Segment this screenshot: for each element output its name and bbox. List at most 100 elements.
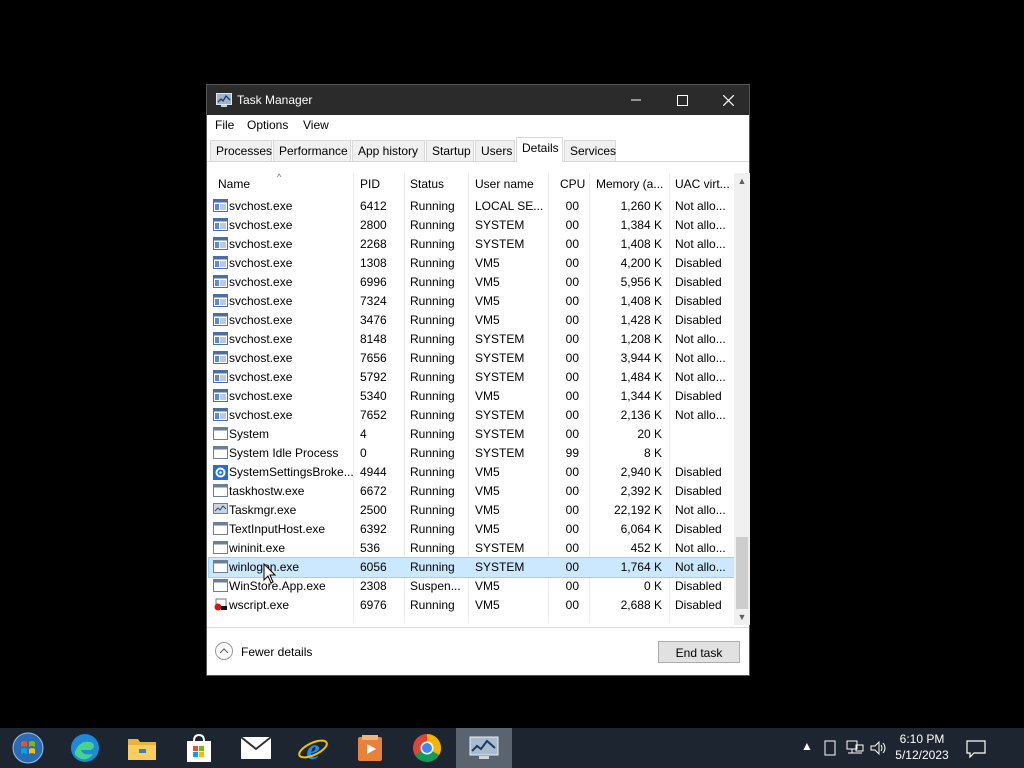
process-cpu: 00 [565,598,579,612]
taskbar-chrome[interactable] [399,728,455,768]
tab-app-history[interactable]: App history [352,140,425,161]
column-header-pid[interactable]: PID [360,177,400,191]
process-row[interactable]: svchost.exe 1308 Running VM5 00 4,200 K Disabl… [209,254,734,273]
title-bar[interactable]: Task Manager [207,85,749,115]
tab-startup[interactable]: Startup [426,140,474,161]
process-row[interactable]: WinStore.App.exe 2308 Suspen... VM5 00 0 K Dis… [209,577,734,596]
process-row[interactable]: svchost.exe 7652 Running SYSTEM 00 2,136 K Not… [209,406,734,425]
process-row[interactable]: winlogon.exe 6056 Running SYSTEM 00 1,764 K No… [208,557,735,578]
taskbar-file-explorer[interactable] [114,728,170,768]
process-row[interactable]: taskhostw.exe 6672 Running VM5 00 2,392 K Disa… [209,482,734,501]
taskbar-clock[interactable]: 6:10 PM 5/12/2023 [888,731,956,763]
process-user: VM5 [475,465,500,479]
process-status: Running [410,560,455,574]
process-row[interactable]: TextInputHost.exe 6392 Running VM5 00 6,064 K… [209,520,734,539]
scrollbar-thumb[interactable] [736,537,748,609]
close-button[interactable] [705,85,751,115]
process-row[interactable]: svchost.exe 7656 Running SYSTEM 00 3,944 K Not… [209,349,734,368]
menu-options[interactable]: Options [247,118,288,132]
notification-icon[interactable] [966,740,986,761]
process-pid: 6672 [360,484,387,498]
process-row[interactable]: svchost.exe 6412 Running LOCAL SE... 00 1,260… [209,197,734,216]
taskbar-task-manager[interactable] [456,728,512,768]
process-row[interactable]: svchost.exe 5340 Running VM5 00 1,344 K Disabl… [209,387,734,406]
maximize-button[interactable] [659,85,705,115]
volume-icon[interactable] [870,740,888,759]
chevron-up-icon[interactable]: ▲ [801,739,813,753]
process-row[interactable]: wininit.exe 536 Running SYSTEM 00 452 K Not al… [209,539,734,558]
process-uac: Disabled [675,579,722,593]
process-mem: 2,136 K [620,408,662,422]
process-row[interactable]: svchost.exe 2800 Running SYSTEM 00 1,384 K Not… [209,216,734,235]
process-name: wscript.exe [229,598,290,612]
process-row[interactable]: svchost.exe 5792 Running SYSTEM 00 1,484 K Not… [209,368,734,387]
process-cpu: 00 [565,408,579,422]
tablet-icon[interactable] [824,740,836,759]
process-name: svchost.exe [229,408,293,422]
column-header-name[interactable]: Name [218,177,348,191]
network-icon[interactable] [846,740,864,759]
column-header-status[interactable]: Status [410,177,465,191]
taskbar-internet-explorer[interactable]: e [285,728,341,768]
process-status: Running [410,370,455,384]
process-pid: 3476 [360,313,387,327]
start-button[interactable] [0,728,56,768]
process-row[interactable]: Taskmgr.exe 2500 Running VM5 00 22,192 K Not a… [209,501,734,520]
process-status: Running [410,332,455,346]
taskbar-edge[interactable] [57,728,113,768]
end-task-button[interactable]: End task [658,641,740,663]
process-user: VM5 [475,598,500,612]
process-uac: Not allo... [675,199,726,213]
process-user: SYSTEM [475,218,525,232]
process-row[interactable]: SystemSettingsBroke... 4944 Running VM5 00 2,… [209,463,734,482]
process-uac: Disabled [675,275,722,289]
process-row[interactable]: System 4 Running SYSTEM 00 20 K [209,425,734,444]
process-status: Running [410,199,455,213]
process-row[interactable]: svchost.exe 3476 Running VM5 00 1,428 K Disabl… [209,311,734,330]
process-user: VM5 [475,256,500,270]
taskbar-store[interactable] [171,728,227,768]
process-cpu: 00 [565,503,579,517]
process-user: VM5 [475,294,500,308]
process-uac: Not allo... [675,332,726,346]
chrome-icon [413,734,441,762]
minimize-button[interactable] [613,85,659,115]
process-row[interactable]: svchost.exe 2268 Running SYSTEM 00 1,408 K Not… [209,235,734,254]
scroll-up-icon[interactable]: ▲ [734,173,750,189]
process-user: VM5 [475,579,500,593]
tab-details[interactable]: Details [516,137,563,162]
column-header-memory[interactable]: Memory (a... [596,177,668,191]
process-pid: 7652 [360,408,387,422]
process-row[interactable]: svchost.exe 8148 Running SYSTEM 00 1,208 K Not… [209,330,734,349]
scroll-down-icon[interactable]: ▼ [734,609,750,625]
process-status: Running [410,351,455,365]
process-mem: 1,208 K [620,332,662,346]
menu-view[interactable]: View [303,118,329,132]
service-host-icon [213,370,228,383]
process-uac: Not allo... [675,370,726,384]
task-manager-icon [469,736,499,759]
tab-performance[interactable]: Performance [273,140,351,161]
process-row[interactable]: svchost.exe 7324 Running VM5 00 1,408 K Disabl… [209,292,734,311]
process-mem: 8 K [643,446,662,460]
column-header-cpu[interactable]: CPU [560,177,590,191]
process-pid: 536 [360,541,381,555]
process-uac: Not allo... [675,541,726,555]
menu-file[interactable]: File [215,118,234,132]
service-host-icon [213,256,228,269]
process-row[interactable]: System Idle Process 0 Running SYSTEM 99 8 K [209,444,734,463]
vertical-scrollbar[interactable]: ▲ ▼ [734,173,750,625]
process-cpu: 00 [565,484,579,498]
process-user: SYSTEM [475,541,525,555]
process-row[interactable]: wscript.exe 6976 Running VM5 00 2,688 K Disabl… [209,596,734,615]
column-header-uac[interactable]: UAC virt... [675,177,733,191]
taskbar-media-player[interactable] [342,728,398,768]
taskbar-mail[interactable] [228,728,284,768]
tab-users[interactable]: Users [475,140,515,161]
process-user: SYSTEM [475,370,525,384]
tab-processes[interactable]: Processes [210,140,272,161]
file-explorer-icon [128,739,156,760]
tab-services[interactable]: Services [564,140,616,161]
process-row[interactable]: svchost.exe 6996 Running VM5 00 5,956 K Disabl… [209,273,734,292]
column-header-username[interactable]: User name [475,177,545,191]
